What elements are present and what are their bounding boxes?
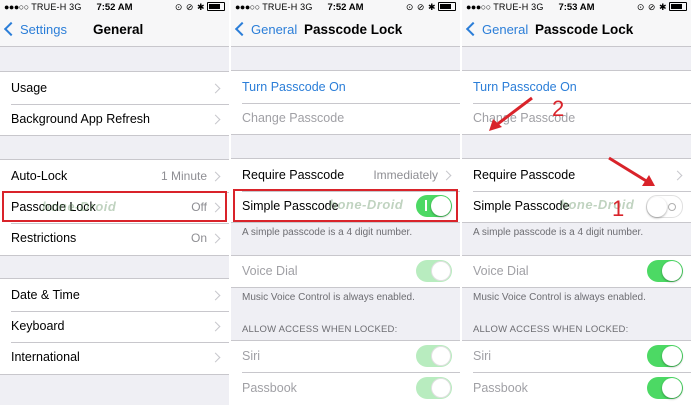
row-keyboard[interactable]: Keyboard [0,311,229,342]
voice-dial-toggle[interactable] [416,260,452,282]
toggle-knob [431,346,451,366]
row-label: Usage [11,81,48,95]
annotation-number-1: 1 [612,196,625,221]
locked-access-group: Siri Passbook [231,340,460,405]
row-label: Restrictions [11,231,77,245]
status-bar: ●●●○○ TRUE-H 3G 7:52 AM ⊙ ⊘ ✱ [231,0,460,16]
row-siri: Siri [231,341,460,372]
status-icons: ⊙ ⊘ ✱ [174,2,205,12]
toggle-knob [431,378,451,398]
row-value: 1 Minute [160,169,207,183]
highlight-box [233,189,458,222]
toggle-knob [431,261,451,281]
nav-bar: Settings General [0,16,229,47]
chevron-right-icon [210,321,221,332]
chevron-left-icon [234,21,250,37]
arrow-2-line [494,96,533,128]
usage-group: Usage Background App Refresh [0,71,229,136]
battery-icon [207,2,225,11]
row-value: Immediately [373,168,438,182]
passcode-group: Turn Passcode On Change Passcode [231,70,460,135]
back-label: General [251,22,298,37]
passcode-lock-screen-before: ●●●○○ TRUE-H 3G 7:52 AM ⊙ ⊘ ✱ General Pa… [231,0,460,405]
chevron-right-icon [210,114,221,125]
row-label: Date & Time [11,288,80,302]
chevron-right-icon [210,352,221,363]
row-usage[interactable]: Usage [0,73,229,104]
chevron-right-icon [441,170,452,181]
page-title: Passcode Lock [304,22,403,37]
row-label: Passbook [242,381,297,395]
arrow-1-line [608,156,649,184]
passbook-toggle[interactable] [416,377,452,399]
row-auto-lock[interactable]: Auto-Lock 1 Minute [0,161,229,192]
row-value: On [190,231,207,245]
row-label: International [11,350,80,364]
general-settings-screen: ●●●○○ TRUE-H 3G 7:52 AM ⊙ ⊘ ✱ Settings G… [0,0,229,405]
row-label: Background App Refresh [11,112,150,126]
chevron-left-icon [3,21,19,37]
status-bar: ●●●○○ TRUE-H 3G 7:52 AM ⊙ ⊘ ✱ [0,0,229,16]
back-button[interactable]: Settings [3,21,67,37]
row-restrictions[interactable]: Restrictions On [0,223,229,254]
passcode-lock-screen-after: ●●●○○ TRUE-H 3G 7:53 AM ⊙ ⊘ ✱ General Pa… [462,0,691,405]
nav-bar: General Passcode Lock [231,16,460,47]
row-label: Keyboard [11,319,65,333]
row-label: Require Passcode [242,168,345,182]
chevron-right-icon [210,233,221,244]
row-date-time[interactable]: Date & Time [0,280,229,311]
chevron-right-icon [210,171,221,182]
annotation-number-2: 2 [552,96,565,121]
row-label: Siri [242,349,261,363]
back-button[interactable]: General [234,21,298,37]
battery-icon [438,2,456,11]
simple-passcode-note: A simple passcode is a 4 digit number. [242,227,413,238]
row-require-passcode[interactable]: Require Passcode Immediately [231,160,460,191]
back-label: Settings [20,22,67,37]
row-voice-dial: Voice Dial [231,256,460,287]
row-label: Turn Passcode On [242,80,346,94]
annotation-arrows [489,96,655,186]
locale-group: Date & Time Keyboard International [0,278,229,375]
page-title: General [93,22,144,37]
chevron-right-icon [210,83,221,94]
siri-toggle[interactable] [416,345,452,367]
row-label: Voice Dial [242,264,298,278]
row-background-app-refresh[interactable]: Background App Refresh [0,104,229,135]
voice-group: Voice Dial [231,255,460,288]
row-label: Auto-Lock [11,169,68,183]
highlight-box [2,191,227,222]
voice-note: Music Voice Control is always enabled. [242,292,415,303]
status-icons: ⊙ ⊘ ✱ [405,2,436,12]
turn-passcode-on-button[interactable]: Turn Passcode On [231,72,460,103]
row-passbook: Passbook [231,373,460,404]
change-passcode-button[interactable]: Change Passcode [231,103,460,134]
row-label: Change Passcode [242,111,345,125]
allow-access-header: ALLOW ACCESS WHEN LOCKED: [242,324,398,335]
chevron-right-icon [210,290,221,301]
row-international[interactable]: International [0,342,229,373]
